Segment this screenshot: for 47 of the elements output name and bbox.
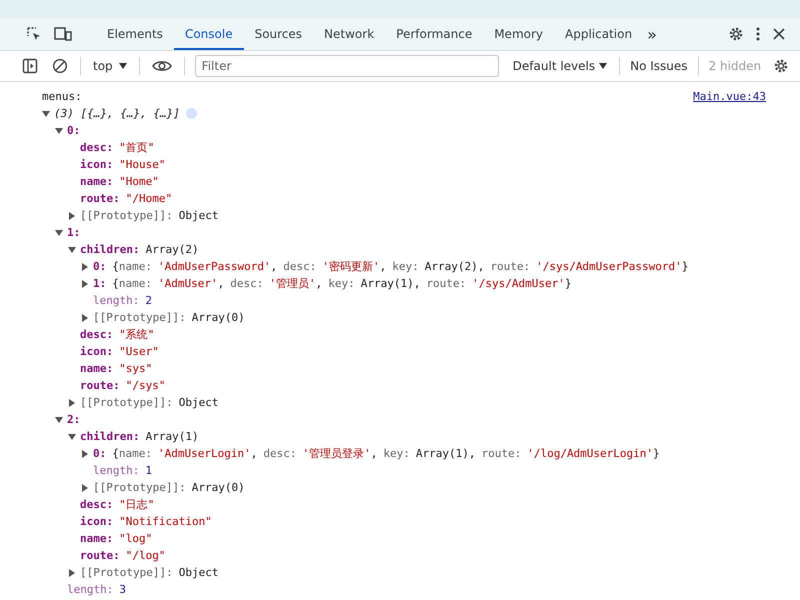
- caret-icon: [118, 63, 127, 69]
- property-entry: name: "log": [80, 531, 152, 547]
- panel-tab[interactable]: Performance: [385, 18, 484, 50]
- property-entry: name: "Home": [80, 174, 159, 190]
- panel-tab[interactable]: Sources: [244, 18, 314, 50]
- property-entry: route: "/log": [80, 548, 166, 564]
- property-entry: route: "/Home": [80, 191, 172, 207]
- caret-icon: [599, 63, 608, 69]
- panel-tab[interactable]: Network: [313, 18, 386, 50]
- property-entry: [[Prototype]]: Array(0): [93, 480, 245, 496]
- property-entry: icon: "House": [80, 157, 166, 173]
- property-entry: [[Prototype]]: Object: [80, 565, 218, 581]
- object-entry: 0: {name: 'AdmUserLogin', desc: '管理员登录', key: Array(1), route: '/log/AdmUserLogin'}: [93, 446, 660, 462]
- property-entry: length: 2: [93, 293, 152, 309]
- object-entry: 1: {name: 'AdmUser', desc: '管理员', key: Array(1), route: '/sys/AdmUser'}: [93, 276, 572, 292]
- source-link[interactable]: Main.vue:43: [693, 88, 766, 105]
- property-entry: [[Prototype]]: Array(0): [93, 310, 245, 326]
- property-entry: [[Prototype]]: Object: [80, 395, 218, 411]
- more-tabs-button[interactable]: »: [647, 24, 657, 44]
- property-entry: desc: "首页": [80, 140, 154, 156]
- hidden-count: 2 hidden: [708, 59, 762, 73]
- sidebar-toggle-icon[interactable]: [20, 56, 40, 76]
- property-entry: [[Prototype]]: Object: [80, 208, 218, 224]
- filter-field[interactable]: Filter: [194, 55, 499, 77]
- property-entry: children: Array(2): [80, 242, 199, 258]
- context-dropdown[interactable]: top: [87, 58, 133, 74]
- property-entry: desc: "日志": [80, 497, 154, 513]
- log-levels-dropdown[interactable]: Default levels: [506, 58, 614, 74]
- property-entry: name: "sys": [80, 361, 152, 377]
- panel-tab[interactable]: Memory: [483, 18, 554, 50]
- property-entry: route: "/sys": [80, 378, 166, 394]
- issues-count: No Issues: [629, 59, 689, 73]
- property-entry: icon: "User": [80, 344, 159, 360]
- array-summary: (3) [{…}, {…}, {…}]: [54, 106, 180, 122]
- property-entry: icon: "Notification": [80, 514, 212, 530]
- object-entry: 0: {name: 'AdmUserPassword', desc: '密码更新', key: Array(2), route: '/sys/AdmUserPassword'}: [93, 259, 688, 275]
- property-entry: children: Array(1): [80, 429, 199, 445]
- property-entry: desc: "系统": [80, 327, 154, 343]
- property-entry: 1:: [67, 225, 82, 241]
- property-entry: length: 1: [93, 463, 152, 479]
- property-entry: 0:: [67, 123, 82, 139]
- property-entry: length: 3: [67, 582, 126, 598]
- panel-tab[interactable]: Elements: [96, 18, 174, 50]
- property-entry: 2:: [67, 412, 82, 428]
- panel-tab[interactable]: Application: [554, 18, 644, 50]
- log-label: menus:: [42, 89, 82, 105]
- clear-console-icon[interactable]: [50, 56, 70, 76]
